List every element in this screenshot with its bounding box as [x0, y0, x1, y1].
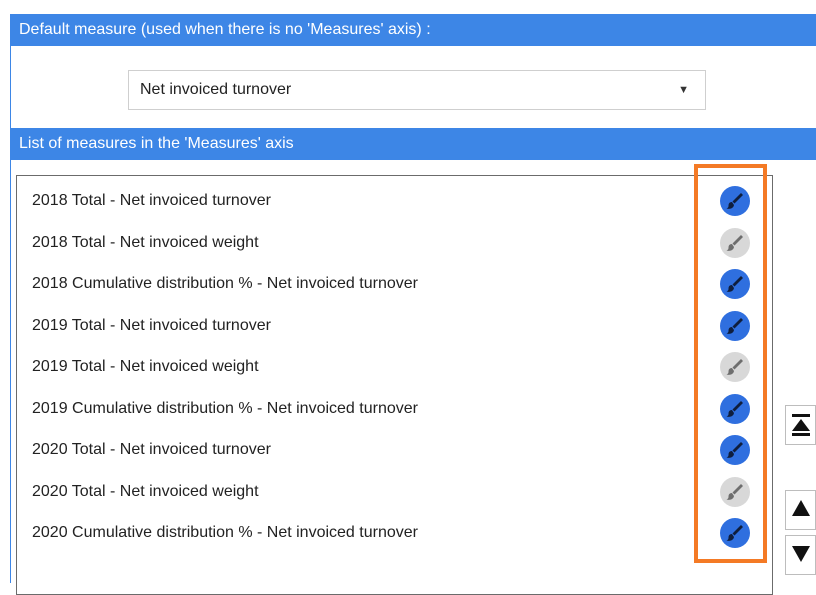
brush-toggle-inactive[interactable]	[720, 352, 750, 382]
default-measure-dropdown[interactable]: Net invoiced turnover ▼	[128, 70, 706, 110]
measures-axis-header: List of measures in the 'Measures' axis	[10, 128, 816, 160]
list-item[interactable]: 2018 Total - Net invoiced turnover	[17, 181, 772, 221]
brush-toggle-inactive[interactable]	[720, 476, 750, 507]
measure-label: 2020 Total - Net invoiced weight	[32, 482, 259, 500]
brush-icon	[720, 518, 750, 548]
measure-label: 2019 Cumulative distribution % - Net inv…	[32, 399, 418, 417]
default-measure-header-text: Default measure (used when there is no '…	[19, 21, 431, 38]
brush-icon	[720, 435, 750, 465]
measures-list[interactable]: 2018 Total - Net invoiced turnover 2018 T…	[16, 175, 773, 595]
section-border-left-2	[10, 160, 11, 583]
measure-label: 2020 Cumulative distribution % - Net inv…	[32, 524, 418, 541]
move-up-button[interactable]	[785, 490, 816, 530]
measure-label: 2019 Total - Net invoiced turnover	[32, 316, 271, 334]
brush-toggle-active[interactable]	[720, 186, 750, 216]
move-down-icon	[791, 546, 810, 562]
brush-toggle-inactive[interactable]	[720, 227, 750, 258]
measure-label: 2018 Total - Net invoiced turnover	[32, 192, 271, 209]
list-item[interactable]: 2019 Total - Net invoiced turnover	[17, 306, 772, 346]
measure-label: 2020 Total - Net invoiced turnover	[32, 441, 271, 458]
measure-label: 2018 Total - Net invoiced weight	[32, 233, 259, 251]
measure-label: 2018 Cumulative distribution % - Net inv…	[32, 275, 418, 292]
measure-label: 2019 Total - Net invoiced weight	[32, 358, 259, 375]
brush-toggle-active[interactable]	[720, 269, 750, 299]
brush-toggle-active[interactable]	[720, 435, 750, 465]
brush-toggle-active[interactable]	[720, 518, 750, 548]
brush-icon	[720, 393, 750, 424]
list-item[interactable]: 2018 Cumulative distribution % - Net inv…	[17, 264, 772, 304]
list-item[interactable]: 2019 Cumulative distribution % - Net inv…	[17, 389, 772, 429]
move-to-top-icon	[791, 414, 810, 436]
brush-icon	[720, 352, 750, 382]
list-item[interactable]: 2020 Total - Net invoiced turnover	[17, 430, 772, 470]
brush-icon	[720, 310, 750, 341]
move-up-icon	[791, 500, 810, 516]
move-to-top-button[interactable]	[785, 405, 816, 445]
default-measure-selected: Net invoiced turnover	[140, 81, 292, 98]
brush-icon	[720, 269, 750, 299]
default-measure-header: Default measure (used when there is no '…	[10, 14, 816, 46]
brush-icon	[720, 227, 750, 258]
brush-toggle-active[interactable]	[720, 393, 750, 424]
brush-icon	[720, 186, 750, 216]
section-border-left	[10, 46, 11, 128]
list-item[interactable]: 2020 Cumulative distribution % - Net inv…	[17, 513, 772, 553]
measures-axis-header-text: List of measures in the 'Measures' axis	[19, 135, 294, 152]
list-item[interactable]: 2019 Total - Net invoiced weight	[17, 347, 772, 387]
brush-icon	[720, 476, 750, 507]
list-item[interactable]: 2020 Total - Net invoiced weight	[17, 472, 772, 512]
chevron-down-icon: ▼	[678, 84, 689, 96]
brush-toggle-active[interactable]	[720, 310, 750, 341]
move-down-button[interactable]	[785, 535, 816, 575]
list-item[interactable]: 2018 Total - Net invoiced weight	[17, 223, 772, 263]
